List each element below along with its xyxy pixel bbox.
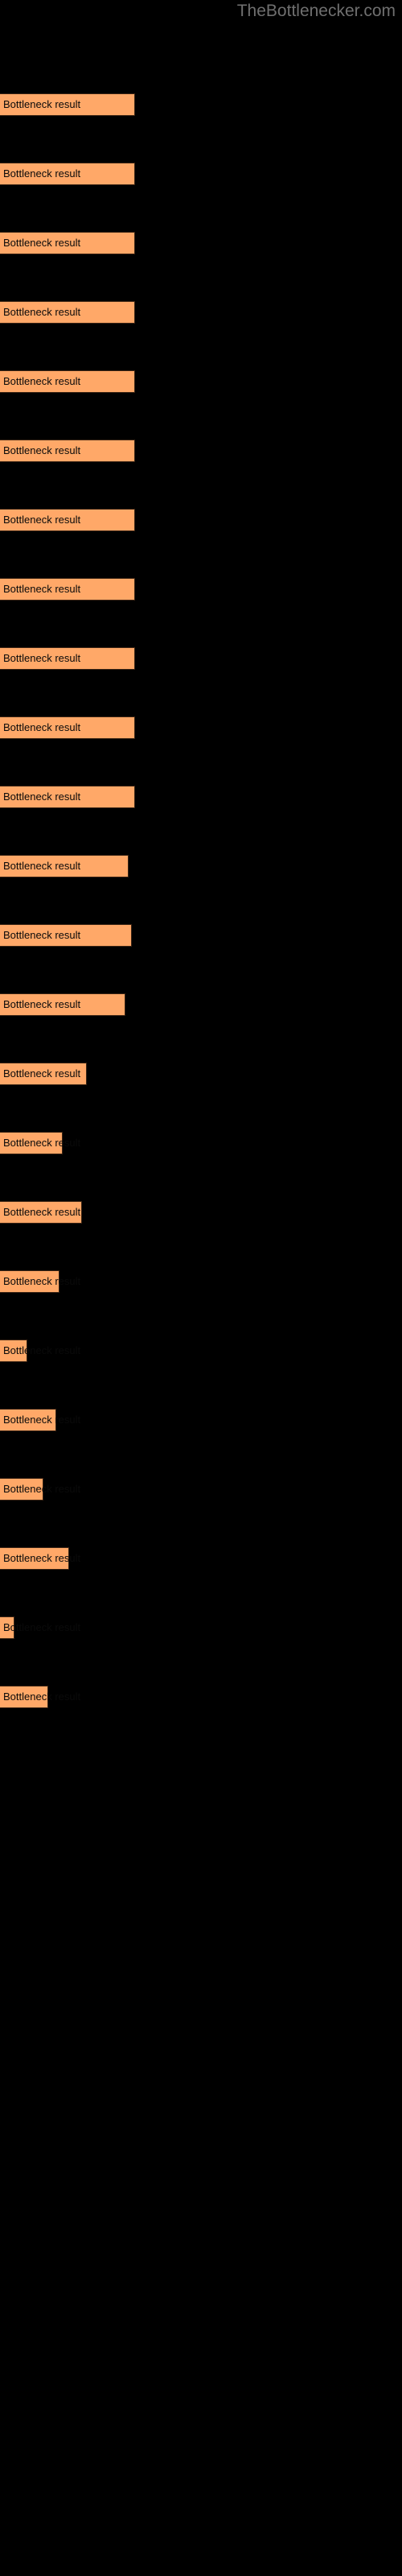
bar [0, 509, 135, 531]
bottleneck-result-bar-chart: Bottleneck result Bottleneck result Bottle… [0, 0, 402, 2576]
bar [0, 1270, 59, 1293]
bar [0, 786, 135, 808]
bar [0, 924, 132, 947]
bar [0, 163, 135, 185]
bar [0, 301, 135, 324]
bar [0, 440, 135, 462]
bar [0, 93, 135, 116]
bar [0, 647, 135, 670]
bar [0, 1340, 27, 1362]
bar [0, 1547, 69, 1570]
bar [0, 578, 135, 601]
bar [0, 1201, 82, 1224]
bar [0, 370, 135, 393]
bar-label: Bottleneck result [3, 1621, 81, 1633]
bar [0, 855, 129, 877]
bar [0, 1616, 14, 1639]
bar [0, 1063, 87, 1085]
bar [0, 1409, 56, 1431]
bar [0, 716, 135, 739]
bar [0, 1686, 48, 1708]
bar [0, 993, 125, 1016]
bar [0, 232, 135, 254]
bar [0, 1132, 63, 1154]
bar [0, 1478, 43, 1501]
